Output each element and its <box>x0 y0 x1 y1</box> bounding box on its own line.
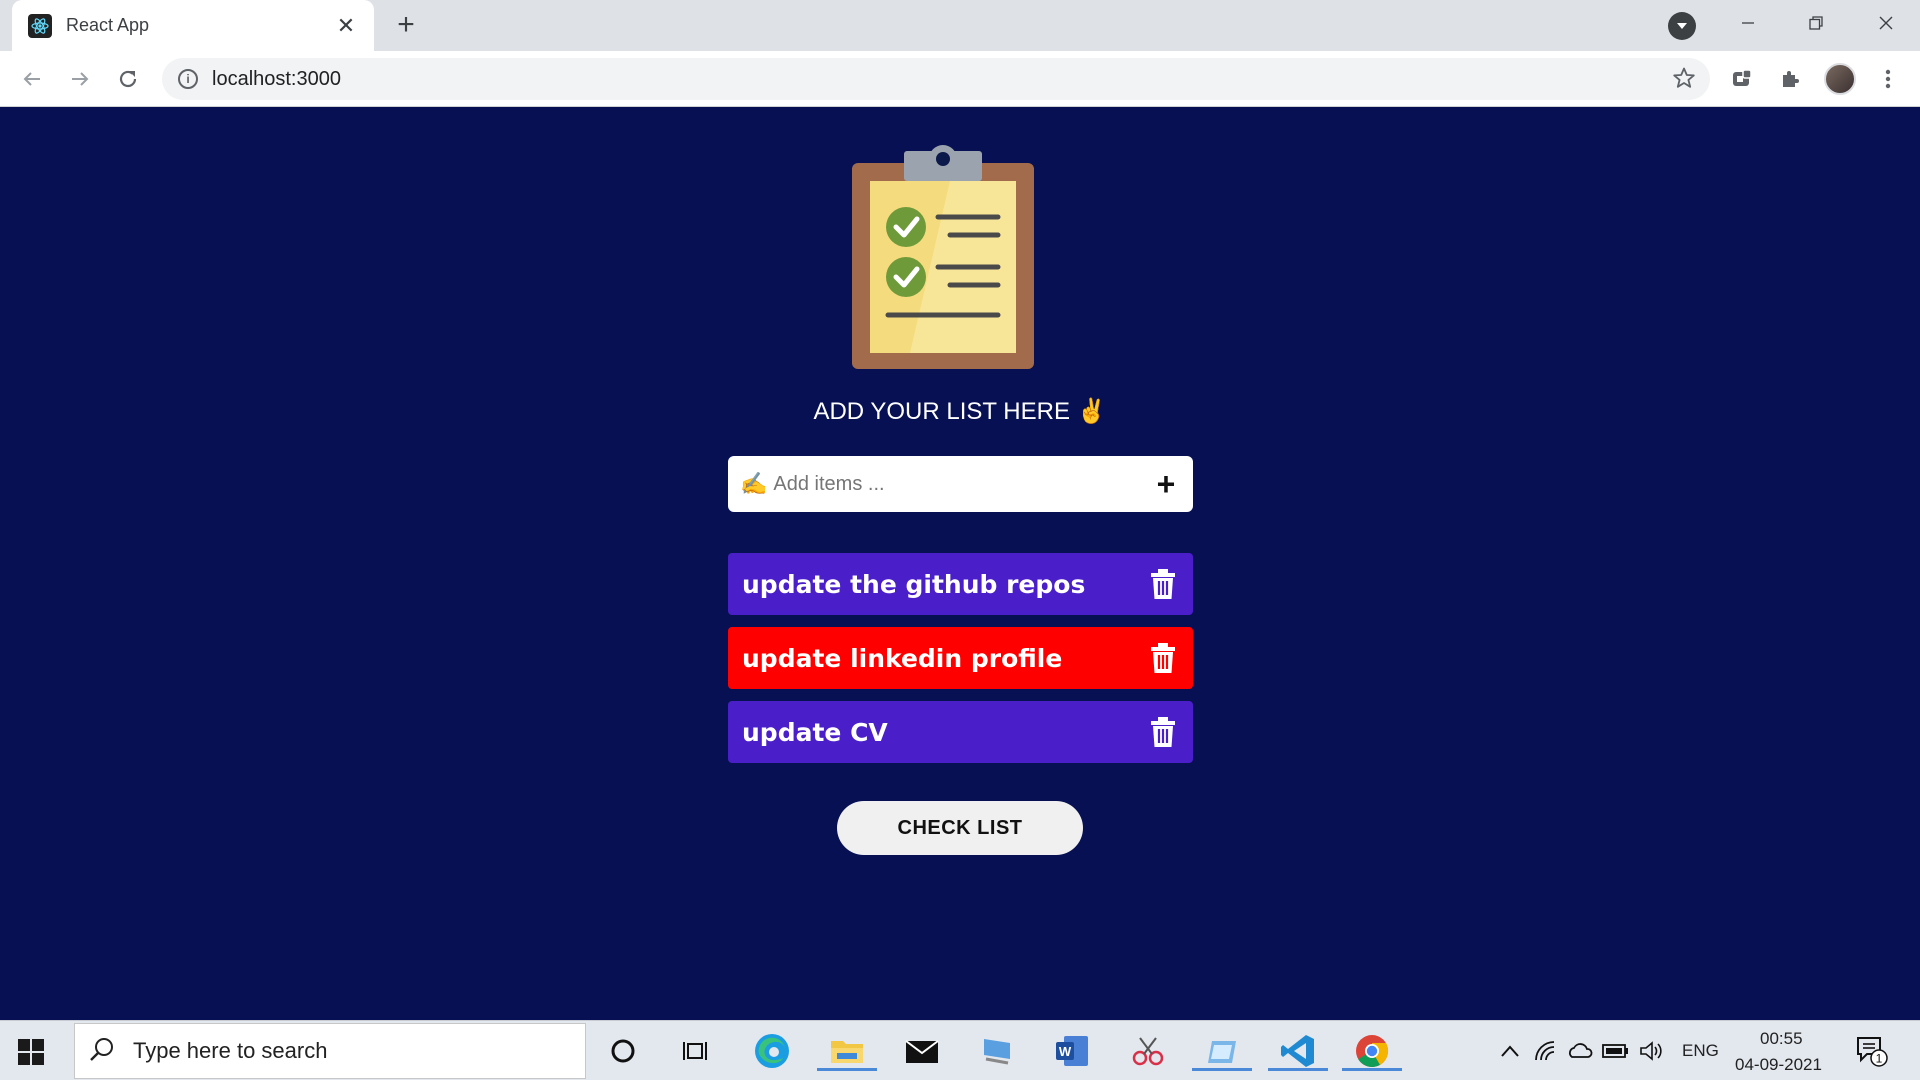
browser-tabbar: React App ✕ + <box>0 0 1920 51</box>
taskbar-search-box[interactable]: Type here to search <box>74 1023 586 1079</box>
clock-date[interactable]: 04-09-2021 <box>1735 1055 1822 1075</box>
task-view-icon[interactable] <box>676 1031 716 1071</box>
notepad-icon[interactable] <box>1192 1031 1252 1071</box>
edge-icon[interactable] <box>752 1031 792 1071</box>
trash-icon[interactable] <box>1147 640 1179 676</box>
menu-icon[interactable] <box>1872 63 1904 95</box>
close-window-icon[interactable] <box>1866 6 1906 40</box>
site-info-icon[interactable]: i <box>178 69 198 89</box>
vscode-icon[interactable] <box>1268 1031 1328 1071</box>
add-item-input[interactable] <box>773 472 1151 496</box>
mail-icon[interactable] <box>902 1031 942 1071</box>
svg-text:W: W <box>1059 1044 1072 1059</box>
address-bar[interactable]: i localhost:3000 <box>162 58 1710 100</box>
trash-icon[interactable] <box>1147 566 1179 602</box>
extension-icon[interactable] <box>1726 63 1758 95</box>
restore-icon[interactable] <box>1796 6 1836 40</box>
word-icon[interactable]: W <box>1052 1031 1092 1071</box>
search-icon <box>89 1036 115 1067</box>
item-text: update CV <box>742 717 888 747</box>
add-item-button[interactable]: + <box>1151 468 1181 500</box>
volume-icon[interactable] <box>1632 1031 1672 1071</box>
back-icon[interactable] <box>16 63 48 95</box>
file-explorer-icon[interactable] <box>817 1031 877 1071</box>
react-icon <box>28 13 52 38</box>
url-text: localhost:3000 <box>212 67 341 90</box>
app-page: ADD YOUR LIST HERE ✌ ✍ + update the gith… <box>0 107 1920 1020</box>
item-text: update the github repos <box>742 569 1086 599</box>
language-indicator[interactable]: ENG <box>1682 1041 1719 1061</box>
item-text: update linkedin profile <box>742 643 1063 673</box>
reload-icon[interactable] <box>112 63 144 95</box>
list-item: update the github repos <box>728 553 1193 615</box>
trash-icon[interactable] <box>1147 714 1179 750</box>
notification-center-icon[interactable]: 1 <box>1852 1031 1892 1071</box>
windows-start-icon[interactable] <box>18 1039 44 1070</box>
writing-hand-icon: ✍ <box>740 471 768 496</box>
new-tab-button[interactable]: + <box>390 10 422 42</box>
check-list-button[interactable]: CHECK LIST <box>837 801 1083 855</box>
cortana-icon[interactable] <box>603 1031 643 1071</box>
minimize-icon[interactable] <box>1728 6 1768 40</box>
page-heading: ADD YOUR LIST HERE ✌ <box>813 398 1107 425</box>
extensions-puzzle-icon[interactable] <box>1774 63 1806 95</box>
tab-title: React App <box>66 15 150 35</box>
todo-list: update the github repos update linkedin … <box>728 553 1193 775</box>
tab-search-icon[interactable] <box>1668 12 1696 40</box>
onedrive-icon[interactable] <box>1560 1031 1600 1071</box>
windows-taskbar: Type here to search W ENG 00:55 04-09-20… <box>0 1020 1920 1080</box>
clipboard-checklist-icon <box>850 141 1036 378</box>
list-item: update CV <box>728 701 1193 763</box>
close-tab-icon[interactable]: ✕ <box>334 13 358 39</box>
snipping-tool-icon[interactable] <box>1128 1031 1168 1071</box>
clock-time[interactable]: 00:55 <box>1760 1029 1803 1049</box>
bookmark-star-icon[interactable] <box>1672 66 1696 95</box>
show-hidden-icons-chevron[interactable] <box>1490 1031 1530 1071</box>
chrome-icon[interactable] <box>1342 1031 1402 1071</box>
browser-tab[interactable]: React App ✕ <box>12 0 374 51</box>
notification-count: 1 <box>1876 1052 1883 1066</box>
list-item: update linkedin profile <box>728 627 1193 689</box>
this-pc-icon[interactable] <box>978 1031 1018 1071</box>
forward-icon[interactable] <box>64 63 96 95</box>
battery-icon[interactable] <box>1596 1031 1636 1071</box>
search-placeholder: Type here to search <box>133 1038 328 1063</box>
add-item-box: ✍ + <box>728 456 1193 512</box>
profile-avatar[interactable] <box>1824 63 1856 95</box>
browser-toolbar: i localhost:3000 <box>0 51 1920 107</box>
